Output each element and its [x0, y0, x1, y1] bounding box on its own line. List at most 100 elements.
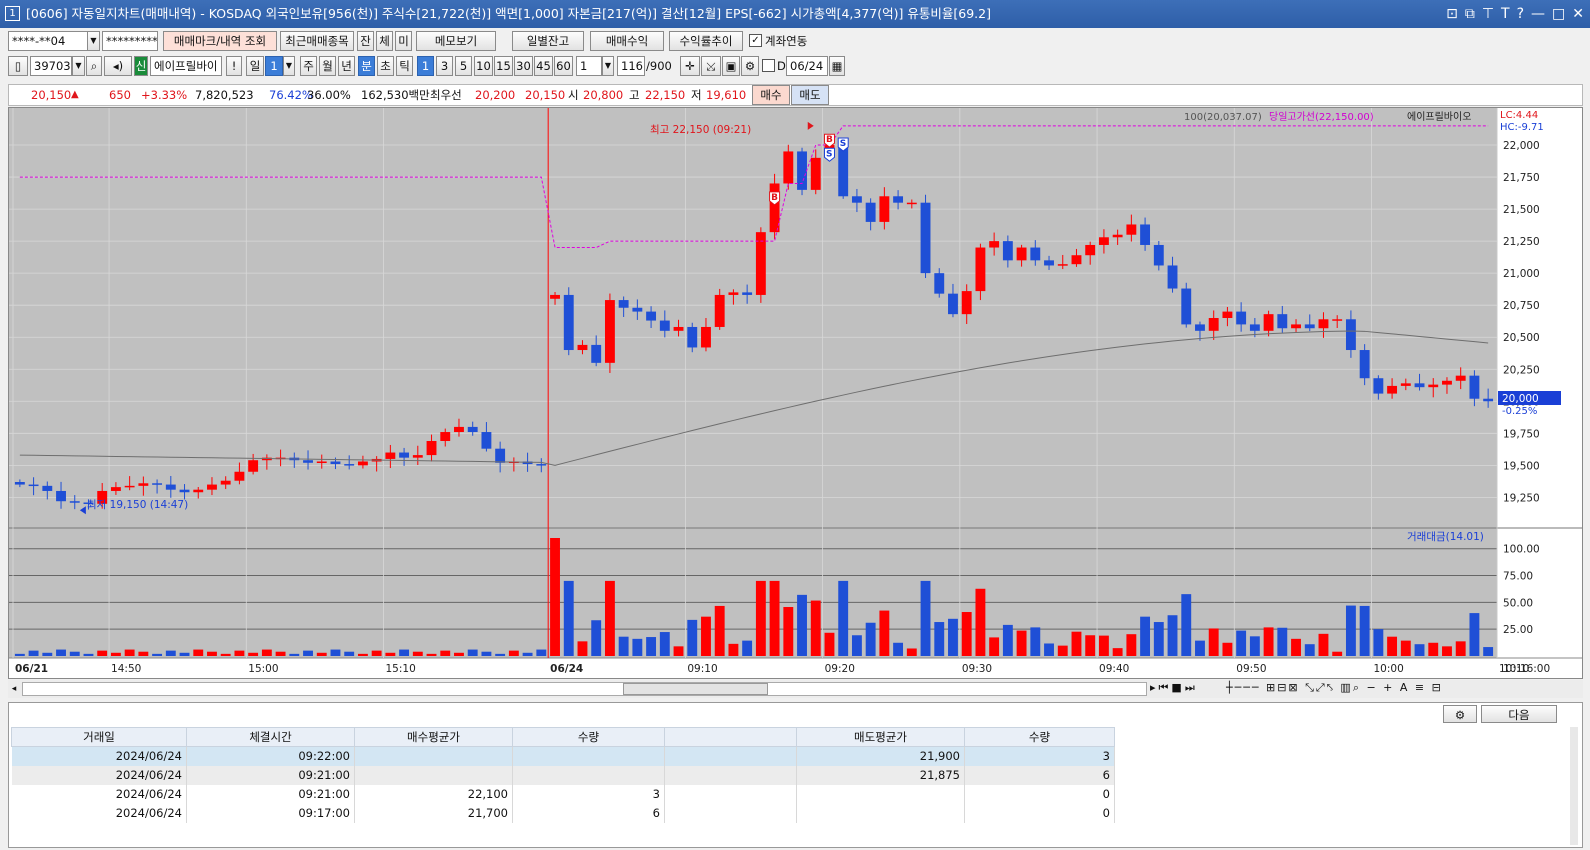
table-scrollbar[interactable]	[1570, 727, 1578, 845]
interval-30-button[interactable]: 30	[514, 56, 533, 76]
yearly-button[interactable]: 년	[338, 56, 355, 76]
sell-button[interactable]: 매도	[791, 85, 829, 105]
interval-10-button[interactable]: 10	[474, 56, 493, 76]
volume-bar	[179, 652, 190, 656]
table-row[interactable]: 2024/06/24 09:22:00 21,900 3	[11, 746, 1115, 766]
volume-bar	[851, 635, 862, 656]
candle-body	[193, 489, 204, 493]
pin-icon[interactable]: ⊤	[1482, 0, 1494, 28]
crosshair-icon[interactable]: ✛	[680, 56, 700, 76]
executed-button[interactable]: 체	[376, 31, 393, 51]
account-dropdown-icon[interactable]: ▼	[87, 31, 100, 51]
help-icon[interactable]: ?	[1517, 0, 1524, 28]
account-select[interactable]: ****-**04	[8, 31, 88, 51]
trade-mark-button[interactable]: 매매마크/내역 조회	[163, 31, 277, 51]
table-row[interactable]: 2024/06/24 09:21:00 21,875 6	[11, 765, 1115, 785]
minute-button[interactable]: 분	[358, 56, 375, 76]
code-dropdown-icon[interactable]: ▼	[72, 56, 85, 76]
volume-bar	[357, 653, 368, 656]
interval-45-button[interactable]: 45	[534, 56, 553, 76]
stock-name-field: 에이프릴바이	[150, 56, 222, 76]
current-price: 20,150	[31, 88, 72, 102]
col-blank	[664, 727, 797, 747]
search-icon[interactable]: ⌕	[86, 56, 102, 76]
turnover-ratio: 36.00%	[307, 88, 351, 102]
candle-body	[330, 461, 341, 465]
settings-gear-icon[interactable]: ⚙	[1443, 705, 1477, 723]
candle-body	[248, 460, 259, 472]
minimize-icon[interactable]: —	[1531, 0, 1545, 28]
interval-15-button[interactable]: 15	[494, 56, 513, 76]
close-icon[interactable]: ✕	[1572, 0, 1584, 28]
interval-3-button[interactable]: 3	[436, 56, 453, 76]
account-link-checkbox[interactable]: ✓	[749, 34, 762, 47]
maximize-icon[interactable]: □	[1552, 0, 1565, 28]
date-input[interactable]: 06/24	[786, 56, 828, 76]
save-icon[interactable]: ▣	[722, 56, 740, 76]
title-bar: 1 [0606] 자동일지차트(매매내역) - KOSDAQ 외국인보유[956…	[0, 0, 1590, 28]
stock-code-input[interactable]: 397030	[30, 56, 72, 76]
link-chart-icon[interactable]: ⤩	[701, 56, 721, 76]
candle-body	[138, 483, 149, 486]
tick-button[interactable]: 틱	[396, 56, 413, 76]
volume-bar	[1030, 627, 1041, 656]
candle-body	[152, 483, 163, 485]
table-cell: 22,100	[354, 784, 513, 804]
alert-button[interactable]: !	[226, 56, 242, 76]
interval-input[interactable]: 1	[576, 56, 602, 76]
sound-icon[interactable]: ◂)	[104, 56, 132, 76]
calendar-icon[interactable]: ▦	[829, 56, 845, 76]
recent-trades-button[interactable]: 최근매매종목	[280, 31, 354, 51]
unexecuted-button[interactable]: 미	[395, 31, 412, 51]
candle-body	[783, 151, 794, 184]
price-change: 650	[109, 88, 131, 102]
candlestick-chart[interactable]: BBSS 22,00021,75021,50021,25021,00020,75…	[9, 108, 1582, 678]
playback-controls[interactable]: ▸⏮■⏭	[1150, 681, 1198, 695]
memo-button[interactable]: 메모보기	[416, 31, 496, 51]
font-icon[interactable]: T	[1501, 0, 1510, 28]
weekly-button[interactable]: 주	[300, 56, 317, 76]
period-count-field[interactable]: 1	[265, 56, 283, 76]
scrollbar-track[interactable]	[22, 682, 1147, 696]
buy-button[interactable]: 매수	[752, 85, 790, 105]
daily-period-button[interactable]: 일	[246, 56, 264, 76]
layout-icon[interactable]: ▯	[8, 56, 28, 76]
copy-icon[interactable]: ⧉	[1465, 0, 1475, 28]
scrollbar-thumb[interactable]	[623, 683, 768, 695]
scroll-left-icon[interactable]: ◂	[8, 682, 20, 696]
next-button[interactable]: 다음	[1481, 705, 1557, 723]
volume-bar	[646, 637, 657, 656]
candle-body	[234, 471, 245, 481]
interval-60-button[interactable]: 60	[554, 56, 573, 76]
gear-icon[interactable]: ⚙	[741, 56, 759, 76]
candle-body	[1483, 398, 1494, 402]
candle-body	[1016, 247, 1027, 261]
table-row[interactable]: 2024/06/24 09:21:00 22,100 3 0	[11, 784, 1115, 804]
table-row[interactable]: 2024/06/24 09:17:00 21,700 6 0	[11, 803, 1115, 823]
balance-button[interactable]: 잔	[357, 31, 374, 51]
chart-panel[interactable]: BBSS 22,000 21,750 21,500 21,250 21,000 20,75…	[8, 107, 1583, 679]
trade-profit-button[interactable]: 매매수익	[590, 31, 664, 51]
candle-body	[1002, 241, 1013, 261]
candle-body	[851, 196, 862, 203]
period-dropdown-icon[interactable]: ▼	[283, 56, 295, 76]
table-cell: 21,875	[796, 765, 965, 785]
price-tick-label: 20,750	[1503, 300, 1540, 312]
interval-5-button[interactable]: 5	[455, 56, 472, 76]
volume-bar	[481, 651, 492, 656]
chart-tools-icons[interactable]: ┼─── ⊞⊟⊠ ⤡⤢⤣ ▥⌕ − + A ≡ ⊟	[1226, 681, 1443, 695]
window-title: [0606] 자동일지차트(매매내역) - KOSDAQ 외국인보유[956(천…	[26, 6, 991, 21]
link-icon[interactable]: ⊡	[1446, 0, 1458, 28]
data-count-input[interactable]: 116	[617, 56, 645, 76]
interval-dropdown-icon[interactable]: ▼	[602, 56, 614, 76]
password-field[interactable]: *********	[102, 31, 158, 51]
volume-bar	[1249, 636, 1260, 656]
monthly-button[interactable]: 월	[319, 56, 336, 76]
return-trend-button[interactable]: 수익률추이	[669, 31, 743, 51]
table-cell: 2024/06/24	[11, 746, 187, 766]
volume-bar	[1071, 631, 1082, 656]
date-checkbox[interactable]	[762, 59, 775, 72]
second-button[interactable]: 초	[377, 56, 394, 76]
interval-1-button[interactable]: 1	[417, 56, 434, 76]
daily-balance-button[interactable]: 일별잔고	[512, 31, 584, 51]
